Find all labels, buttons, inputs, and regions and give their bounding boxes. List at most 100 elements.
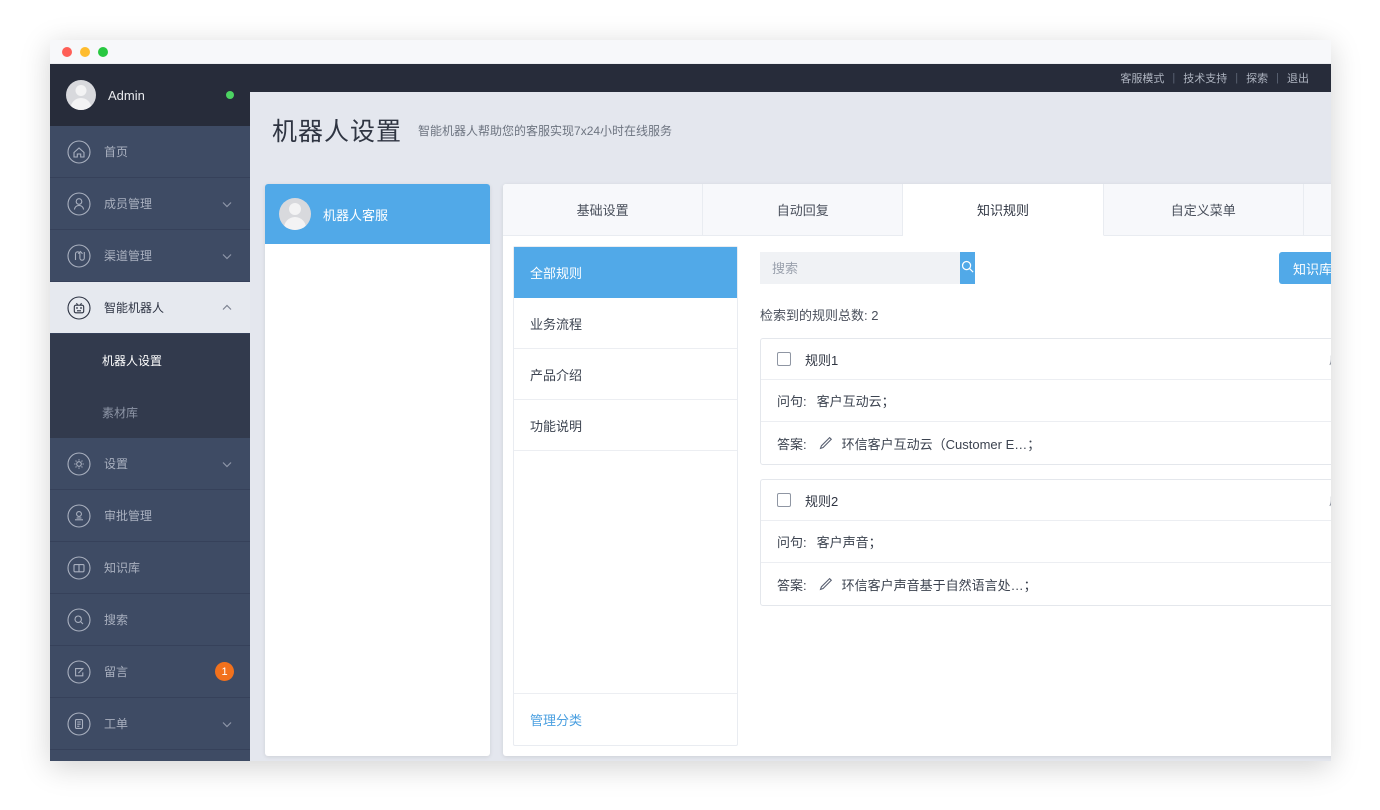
ticket-icon xyxy=(66,711,92,737)
rule-header: 规则1 启用 xyxy=(761,339,1331,380)
category-item-business-process[interactable]: 业务流程 xyxy=(514,298,737,349)
chevron-down-icon xyxy=(220,249,234,263)
chevron-down-icon xyxy=(220,717,234,731)
rule-header: 规则2 启用 xyxy=(761,480,1331,521)
category-label: 产品介绍 xyxy=(530,365,582,384)
sidebar: Admin 首页 成员管理 xyxy=(50,64,250,761)
rule-card: 规则1 启用 xyxy=(760,338,1331,465)
rule-name: 规则1 xyxy=(805,350,1329,369)
category-list-spacer xyxy=(514,451,737,694)
topbar-separator: | xyxy=(1235,72,1238,84)
sidebar-item-members[interactable]: 成员管理 xyxy=(50,178,250,230)
sidebar-item-label: 成员管理 xyxy=(104,195,220,212)
online-status-indicator xyxy=(226,91,234,99)
sidebar-item-channels[interactable]: 渠道管理 xyxy=(50,230,250,282)
home-icon xyxy=(66,139,92,165)
tab-bar: 基础设置 自动回复 知识规则 自定义菜单 场景智能应答 xyxy=(503,184,1331,236)
sidebar-profile[interactable]: Admin xyxy=(50,64,250,126)
channel-icon xyxy=(66,243,92,269)
knowledge-base-test-button[interactable]: 知识库测试 xyxy=(1279,252,1331,284)
sidebar-item-label: 渠道管理 xyxy=(104,247,220,264)
sidebar-item-label: 知识库 xyxy=(104,559,234,576)
users-icon xyxy=(66,191,92,217)
rule-question-row: 问句: 客户互动云； (1) xyxy=(761,380,1331,422)
sidebar-item-messages[interactable]: 留言 1 xyxy=(50,646,250,698)
robot-avatar xyxy=(279,198,311,230)
pencil-icon[interactable] xyxy=(817,435,833,451)
sidebar-subitem-material-library[interactable]: 素材库 xyxy=(50,386,250,438)
category-label: 全部规则 xyxy=(530,263,582,282)
tab-scene-smart-reply[interactable]: 场景智能应答 xyxy=(1304,184,1331,236)
topbar-link-logout[interactable]: 退出 xyxy=(1287,70,1309,86)
tab-knowledge-rules[interactable]: 知识规则 xyxy=(903,184,1103,236)
browser-window: Admin 首页 成员管理 xyxy=(50,40,1331,761)
search-input[interactable] xyxy=(760,252,960,284)
category-label: 业务流程 xyxy=(530,314,582,333)
sidebar-subitem-label: 机器人设置 xyxy=(102,352,162,369)
rules-toolbar: 知识库测试 添加规则 xyxy=(760,252,1331,284)
window-titlebar xyxy=(50,40,1331,64)
rule-enable-label[interactable]: 启用 xyxy=(1329,492,1331,509)
robot-list-card: 机器人客服 xyxy=(265,184,490,756)
page-header: 机器人设置 智能机器人帮助您的客服实现7x24小时在线服务 xyxy=(250,92,1331,168)
rule-answer-label: 答案: xyxy=(777,575,807,594)
tab-custom-menu[interactable]: 自定义菜单 xyxy=(1104,184,1304,236)
tab-basic-settings[interactable]: 基础设置 xyxy=(503,184,703,236)
tab-label: 知识规则 xyxy=(977,200,1029,219)
robot-name: 机器人客服 xyxy=(323,205,388,224)
sidebar-item-approval[interactable]: 审批管理 xyxy=(50,490,250,542)
content-area: 机器人客服 基础设置 自动回复 知识规则 自定义菜单 场景智能应答 全部规则 业… xyxy=(250,168,1331,761)
sidebar-item-tickets[interactable]: 工单 xyxy=(50,698,250,750)
robot-list-item[interactable]: 机器人客服 xyxy=(265,184,490,244)
maximize-window-button[interactable] xyxy=(98,47,108,57)
rule-question-row: 问句: 客户声音； (1) xyxy=(761,521,1331,563)
sidebar-item-label: 工单 xyxy=(104,715,220,732)
messages-badge: 1 xyxy=(215,662,234,681)
settings-panel: 基础设置 自动回复 知识规则 自定义菜单 场景智能应答 全部规则 业务流程 产品… xyxy=(503,184,1331,756)
sidebar-item-label: 首页 xyxy=(104,143,234,160)
category-list: 全部规则 业务流程 产品介绍 功能说明 管理分类 xyxy=(513,246,738,746)
chevron-up-icon xyxy=(220,301,234,315)
topbar-link-support[interactable]: 技术支持 xyxy=(1183,70,1227,86)
chevron-down-icon xyxy=(220,457,234,471)
search-icon xyxy=(960,259,975,277)
rule-answer-row: 答案: 环信客户互动云（Customer E…； (1) xyxy=(761,422,1331,464)
category-item-product-intro[interactable]: 产品介绍 xyxy=(514,349,737,400)
rule-checkbox[interactable] xyxy=(777,493,791,507)
rule-answer-label: 答案: xyxy=(777,434,807,453)
sidebar-item-label: 审批管理 xyxy=(104,507,234,524)
manage-categories-label: 管理分类 xyxy=(530,710,582,729)
category-item-all-rules[interactable]: 全部规则 xyxy=(514,247,737,298)
sidebar-item-search[interactable]: 搜索 xyxy=(50,594,250,646)
rule-name: 规则2 xyxy=(805,491,1329,510)
sidebar-item-robot[interactable]: 智能机器人 xyxy=(50,282,250,334)
manage-categories-link[interactable]: 管理分类 xyxy=(514,694,737,745)
minimize-window-button[interactable] xyxy=(80,47,90,57)
rules-section: 知识库测试 添加规则 检索到的规则总数: 2 xyxy=(738,236,1331,756)
rule-checkbox[interactable] xyxy=(777,352,791,366)
tab-label: 基础设置 xyxy=(577,200,629,219)
close-window-button[interactable] xyxy=(62,47,72,57)
tab-auto-reply[interactable]: 自动回复 xyxy=(703,184,903,236)
message-edit-icon xyxy=(66,659,92,685)
pencil-icon[interactable] xyxy=(817,576,833,592)
sidebar-item-settings[interactable]: 设置 xyxy=(50,438,250,490)
sidebar-submenu: 机器人设置 素材库 xyxy=(50,334,250,438)
search-box xyxy=(760,252,945,284)
category-label: 功能说明 xyxy=(530,416,582,435)
rule-question-text: 客户互动云； xyxy=(817,391,1331,410)
rules-count: 检索到的规则总数: 2 xyxy=(760,305,1331,324)
sidebar-item-label: 留言 xyxy=(104,663,215,680)
rule-question-text: 客户声音； xyxy=(817,532,1331,551)
sidebar-item-knowledge-base[interactable]: 知识库 xyxy=(50,542,250,594)
sidebar-subitem-robot-settings[interactable]: 机器人设置 xyxy=(50,334,250,386)
rule-enable-label[interactable]: 启用 xyxy=(1329,351,1331,368)
category-item-feature-desc[interactable]: 功能说明 xyxy=(514,400,737,451)
search-button[interactable] xyxy=(960,252,975,284)
sidebar-item-home[interactable]: 首页 xyxy=(50,126,250,178)
robot-icon xyxy=(66,295,92,321)
topbar-link-agent-mode[interactable]: 客服模式 xyxy=(1120,70,1164,86)
approval-icon xyxy=(66,503,92,529)
topbar: 客服模式 | 技术支持 | 探索 | 退出 xyxy=(250,64,1331,92)
topbar-link-explore[interactable]: 探索 xyxy=(1246,70,1268,86)
